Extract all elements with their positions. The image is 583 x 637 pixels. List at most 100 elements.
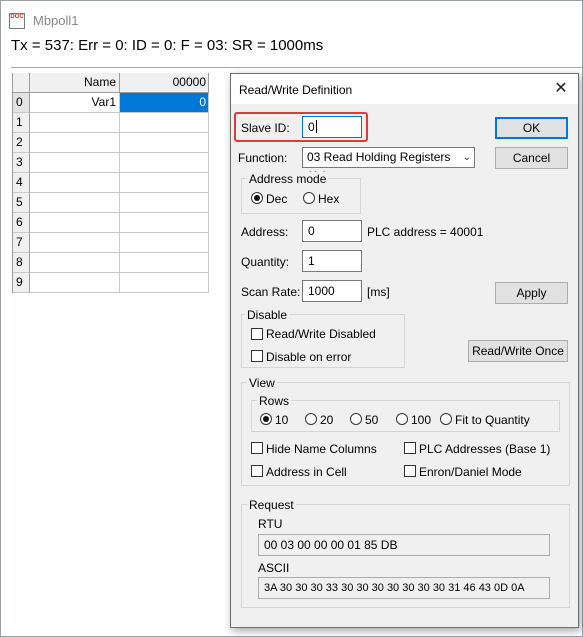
hide-name-columns-label[interactable]: Hide Name Columns bbox=[266, 442, 377, 456]
table-row[interactable]: 0 Var1 0 bbox=[13, 93, 209, 113]
cell-name[interactable] bbox=[30, 273, 120, 293]
disable-on-error-label[interactable]: Disable on error bbox=[266, 350, 351, 364]
ascii-frame-field[interactable]: 3A 30 30 30 33 30 30 30 30 30 30 30 31 4… bbox=[258, 577, 550, 599]
read-write-once-button[interactable]: Read/Write Once bbox=[468, 340, 568, 362]
rows-20-radio[interactable] bbox=[305, 413, 317, 425]
cell-value[interactable] bbox=[120, 113, 209, 133]
rows-50-radio[interactable] bbox=[350, 413, 362, 425]
dialog-title-bar[interactable]: Read/Write Definition ✕ bbox=[231, 74, 578, 104]
plc-addresses-checkbox[interactable] bbox=[404, 442, 416, 454]
cell-name[interactable] bbox=[30, 253, 120, 273]
cell-value[interactable] bbox=[120, 233, 209, 253]
cell-name[interactable] bbox=[30, 173, 120, 193]
table-row[interactable]: 7 bbox=[13, 233, 209, 253]
register-grid: Name 00000 0 Var1 0 1 2 3 4 5 6 7 8 9 bbox=[12, 73, 209, 293]
function-label: Function: bbox=[238, 151, 288, 165]
cell-value[interactable] bbox=[120, 273, 209, 293]
cell-value[interactable] bbox=[120, 153, 209, 173]
address-in-cell-label[interactable]: Address in Cell bbox=[266, 465, 347, 479]
scan-rate-input[interactable]: 1000 bbox=[302, 280, 362, 302]
view-title: View bbox=[247, 376, 277, 390]
row-index[interactable]: 7 bbox=[13, 233, 30, 253]
row-index[interactable]: 1 bbox=[13, 113, 30, 133]
enron-daniel-checkbox[interactable] bbox=[404, 465, 416, 477]
slave-id-input[interactable]: 0 bbox=[302, 116, 362, 138]
cell-name[interactable] bbox=[30, 153, 120, 173]
table-row[interactable]: 2 bbox=[13, 133, 209, 153]
close-icon[interactable]: ✕ bbox=[552, 80, 570, 98]
dec-label[interactable]: Dec bbox=[266, 192, 287, 206]
grid-header-row: Name 00000 bbox=[13, 73, 209, 93]
rows-100-label[interactable]: 100 bbox=[411, 413, 431, 427]
rows-10-radio[interactable] bbox=[260, 413, 272, 425]
dialog-title: Read/Write Definition bbox=[239, 83, 353, 97]
ascii-label: ASCII bbox=[258, 561, 290, 575]
rows-fit-label[interactable]: Fit to Quantity bbox=[455, 413, 530, 427]
chevron-down-icon: ⌄ bbox=[462, 152, 471, 163]
rows-fit-radio[interactable] bbox=[440, 413, 452, 425]
table-row[interactable]: 6 bbox=[13, 213, 209, 233]
cell-name[interactable] bbox=[30, 133, 120, 153]
address-mode-title: Address mode bbox=[247, 172, 329, 186]
scan-rate-label: Scan Rate: bbox=[241, 285, 301, 299]
slave-id-label: Slave ID: bbox=[241, 121, 290, 135]
column-header-name[interactable]: Name bbox=[30, 73, 120, 93]
cell-name[interactable] bbox=[30, 193, 120, 213]
row-index[interactable]: 5 bbox=[13, 193, 30, 213]
window-title-bar[interactable]: DOC Mbpoll1 bbox=[1, 1, 582, 39]
hex-label[interactable]: Hex bbox=[318, 192, 339, 206]
cell-value[interactable]: 0 bbox=[120, 93, 209, 113]
row-index[interactable]: 9 bbox=[13, 273, 30, 293]
row-index[interactable]: 0 bbox=[13, 93, 30, 113]
quantity-label: Quantity: bbox=[241, 255, 290, 269]
plc-addresses-label[interactable]: PLC Addresses (Base 1) bbox=[419, 442, 550, 456]
rows-10-label[interactable]: 10 bbox=[275, 413, 288, 427]
table-row[interactable]: 5 bbox=[13, 193, 209, 213]
cell-value[interactable] bbox=[120, 133, 209, 153]
row-index[interactable]: 8 bbox=[13, 253, 30, 273]
address-input[interactable]: 0 bbox=[302, 220, 362, 242]
grid-corner[interactable] bbox=[13, 73, 30, 93]
cell-value[interactable] bbox=[120, 253, 209, 273]
row-index[interactable]: 2 bbox=[13, 133, 30, 153]
cancel-button[interactable]: Cancel bbox=[495, 147, 568, 169]
cell-value[interactable] bbox=[120, 213, 209, 233]
ok-button[interactable]: OK bbox=[495, 117, 568, 139]
rows-title: Rows bbox=[257, 394, 292, 408]
rows-50-label[interactable]: 50 bbox=[365, 413, 378, 427]
address-label: Address: bbox=[241, 225, 289, 239]
plc-address-text: PLC address = 40001 bbox=[367, 225, 484, 239]
hide-name-columns-checkbox[interactable] bbox=[251, 442, 263, 454]
cell-name[interactable] bbox=[30, 113, 120, 133]
app-icon[interactable]: DOC bbox=[9, 13, 25, 29]
dec-radio[interactable] bbox=[251, 192, 263, 204]
table-row[interactable]: 8 bbox=[13, 253, 209, 273]
apply-button[interactable]: Apply bbox=[495, 282, 568, 304]
cell-name[interactable]: Var1 bbox=[30, 93, 120, 113]
rows-100-radio[interactable] bbox=[396, 413, 408, 425]
scan-rate-unit: [ms] bbox=[367, 285, 390, 299]
rtu-frame-field[interactable]: 00 03 00 00 00 01 85 DB bbox=[258, 534, 550, 556]
cell-value[interactable] bbox=[120, 193, 209, 213]
rw-disabled-checkbox[interactable] bbox=[251, 328, 263, 340]
row-index[interactable]: 6 bbox=[13, 213, 30, 233]
function-select[interactable]: 03 Read Holding Registers (4x) ⌄ bbox=[302, 147, 475, 183]
address-in-cell-checkbox[interactable] bbox=[251, 465, 263, 477]
row-index[interactable]: 4 bbox=[13, 173, 30, 193]
cell-name[interactable] bbox=[30, 233, 120, 253]
quantity-input[interactable]: 1 bbox=[302, 250, 362, 272]
table-row[interactable]: 3 bbox=[13, 153, 209, 173]
table-row[interactable]: 9 bbox=[13, 273, 209, 293]
rw-disabled-label[interactable]: Read/Write Disabled bbox=[266, 327, 376, 341]
cell-value[interactable] bbox=[120, 173, 209, 193]
table-row[interactable]: 1 bbox=[13, 113, 209, 133]
rows-20-label[interactable]: 20 bbox=[320, 413, 333, 427]
disable-on-error-checkbox[interactable] bbox=[251, 350, 263, 362]
cell-name[interactable] bbox=[30, 213, 120, 233]
window-title: Mbpoll1 bbox=[33, 13, 79, 28]
row-index[interactable]: 3 bbox=[13, 153, 30, 173]
enron-daniel-label[interactable]: Enron/Daniel Mode bbox=[419, 465, 522, 479]
column-header-value[interactable]: 00000 bbox=[120, 73, 209, 93]
table-row[interactable]: 4 bbox=[13, 173, 209, 193]
hex-radio[interactable] bbox=[303, 192, 315, 204]
